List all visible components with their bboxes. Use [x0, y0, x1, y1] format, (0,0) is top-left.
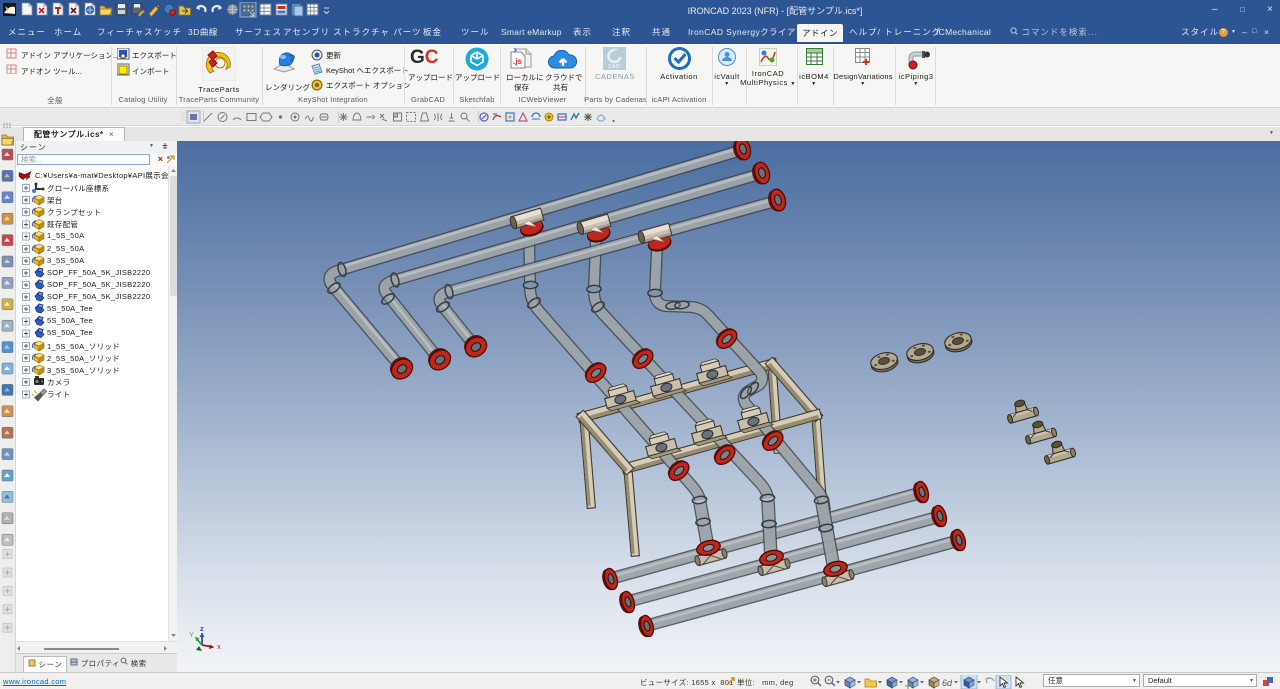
svg-text:.js: .js [513, 57, 522, 66]
svg-text:x: x [217, 642, 221, 651]
svg-text:Y: Y [189, 630, 194, 639]
svg-text:z: z [200, 624, 204, 633]
svg-text:CAD: CAD [608, 64, 620, 70]
svg-text:6d: 6d [942, 678, 953, 688]
